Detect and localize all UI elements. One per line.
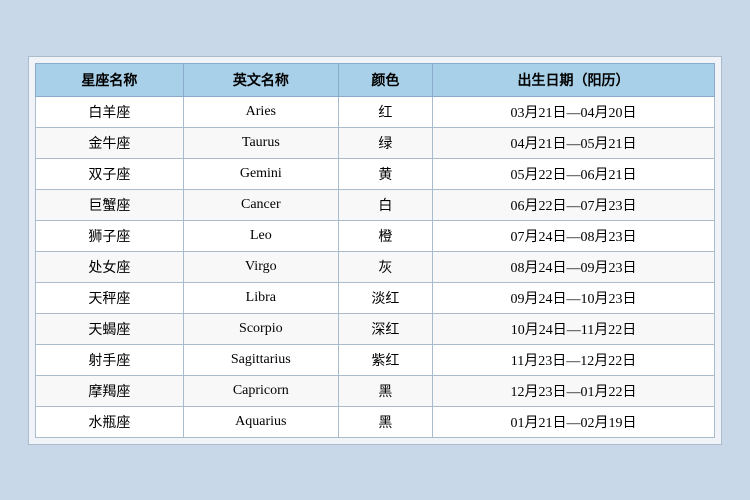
cell-english: Taurus (183, 127, 338, 158)
table-row: 天蝎座Scorpio深红10月24日—11月22日 (36, 313, 715, 344)
cell-chinese: 金牛座 (36, 127, 184, 158)
cell-color: 黑 (338, 375, 432, 406)
cell-color: 灰 (338, 251, 432, 282)
cell-date: 04月21日—05月21日 (432, 127, 714, 158)
cell-english: Aries (183, 96, 338, 127)
cell-color: 黑 (338, 406, 432, 437)
cell-color: 白 (338, 189, 432, 220)
cell-english: Leo (183, 220, 338, 251)
cell-chinese: 水瓶座 (36, 406, 184, 437)
cell-date: 09月24日—10月23日 (432, 282, 714, 313)
cell-color: 淡红 (338, 282, 432, 313)
cell-date: 12月23日—01月22日 (432, 375, 714, 406)
cell-english: Cancer (183, 189, 338, 220)
cell-date: 10月24日—11月22日 (432, 313, 714, 344)
cell-date: 03月21日—04月20日 (432, 96, 714, 127)
table-row: 狮子座Leo橙07月24日—08月23日 (36, 220, 715, 251)
table-row: 射手座Sagittarius紫红11月23日—12月22日 (36, 344, 715, 375)
cell-color: 红 (338, 96, 432, 127)
table-row: 摩羯座Capricorn黑12月23日—01月22日 (36, 375, 715, 406)
table-row: 双子座Gemini黄05月22日—06月21日 (36, 158, 715, 189)
cell-chinese: 处女座 (36, 251, 184, 282)
cell-english: Scorpio (183, 313, 338, 344)
cell-date: 08月24日—09月23日 (432, 251, 714, 282)
cell-english: Aquarius (183, 406, 338, 437)
header-chinese: 星座名称 (36, 63, 184, 96)
cell-chinese: 摩羯座 (36, 375, 184, 406)
cell-color: 黄 (338, 158, 432, 189)
cell-color: 橙 (338, 220, 432, 251)
cell-chinese: 双子座 (36, 158, 184, 189)
cell-chinese: 射手座 (36, 344, 184, 375)
table-row: 白羊座Aries红03月21日—04月20日 (36, 96, 715, 127)
table-row: 处女座Virgo灰08月24日—09月23日 (36, 251, 715, 282)
table-header-row: 星座名称 英文名称 颜色 出生日期（阳历） (36, 63, 715, 96)
table-row: 天秤座Libra淡红09月24日—10月23日 (36, 282, 715, 313)
table-row: 巨蟹座Cancer白06月22日—07月23日 (36, 189, 715, 220)
cell-color: 紫红 (338, 344, 432, 375)
table-row: 水瓶座Aquarius黑01月21日—02月19日 (36, 406, 715, 437)
cell-english: Sagittarius (183, 344, 338, 375)
cell-date: 01月21日—02月19日 (432, 406, 714, 437)
header-date: 出生日期（阳历） (432, 63, 714, 96)
cell-english: Virgo (183, 251, 338, 282)
header-color: 颜色 (338, 63, 432, 96)
cell-date: 05月22日—06月21日 (432, 158, 714, 189)
header-english: 英文名称 (183, 63, 338, 96)
cell-date: 11月23日—12月22日 (432, 344, 714, 375)
cell-english: Capricorn (183, 375, 338, 406)
cell-chinese: 狮子座 (36, 220, 184, 251)
cell-chinese: 白羊座 (36, 96, 184, 127)
cell-english: Gemini (183, 158, 338, 189)
cell-date: 07月24日—08月23日 (432, 220, 714, 251)
zodiac-table-container: 星座名称 英文名称 颜色 出生日期（阳历） 白羊座Aries红03月21日—04… (28, 56, 722, 445)
cell-date: 06月22日—07月23日 (432, 189, 714, 220)
cell-chinese: 天秤座 (36, 282, 184, 313)
cell-chinese: 天蝎座 (36, 313, 184, 344)
table-row: 金牛座Taurus绿04月21日—05月21日 (36, 127, 715, 158)
cell-color: 深红 (338, 313, 432, 344)
cell-english: Libra (183, 282, 338, 313)
zodiac-table: 星座名称 英文名称 颜色 出生日期（阳历） 白羊座Aries红03月21日—04… (35, 63, 715, 438)
cell-chinese: 巨蟹座 (36, 189, 184, 220)
cell-color: 绿 (338, 127, 432, 158)
